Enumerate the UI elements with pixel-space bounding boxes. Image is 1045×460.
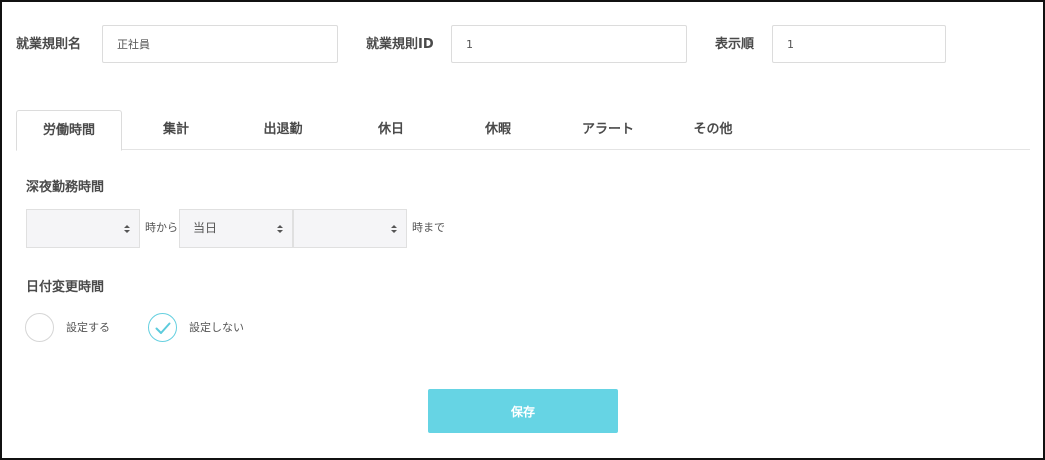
select-arrows-icon: [124, 225, 130, 233]
tab-bar: 労働時間 集計 出退勤 休日 休暇 アラート その他: [16, 110, 1030, 151]
tab-attendance[interactable]: 出退勤: [246, 110, 320, 150]
tab-holidays[interactable]: 休日: [361, 110, 421, 150]
tab-alerts[interactable]: アラート: [568, 110, 648, 150]
tab-aggregation[interactable]: 集計: [144, 110, 208, 150]
date-change-title: 日付変更時間: [26, 280, 105, 295]
display-order-label: 表示順: [715, 37, 755, 52]
select-arrows-icon: [277, 225, 283, 233]
display-order-input[interactable]: [772, 25, 946, 63]
until-text: 時まで: [412, 221, 445, 234]
tab-working-hours[interactable]: 労働時間: [16, 110, 122, 151]
check-icon: [155, 322, 171, 334]
night-start-hour-select[interactable]: [26, 209, 140, 248]
save-button[interactable]: 保存: [428, 389, 618, 433]
rule-id-input[interactable]: [451, 25, 687, 63]
rule-id-label: 就業規則ID: [366, 37, 434, 52]
tab-leave[interactable]: 休暇: [468, 110, 528, 150]
night-work-title: 深夜勤務時間: [26, 180, 105, 195]
radio-not-set[interactable]: [148, 313, 177, 342]
radio-set-label[interactable]: 設定する: [66, 320, 110, 336]
night-end-hour-select[interactable]: [293, 209, 407, 248]
rule-name-input[interactable]: [102, 25, 338, 63]
radio-not-set-label[interactable]: 設定しない: [189, 320, 244, 336]
from-text: 時から: [145, 221, 178, 234]
select-arrows-icon: [391, 225, 397, 233]
radio-set[interactable]: [25, 313, 54, 342]
rule-name-label: 就業規則名: [16, 37, 82, 52]
tab-other[interactable]: その他: [680, 110, 746, 150]
night-day-select[interactable]: 当日: [179, 209, 293, 248]
night-day-value: 当日: [193, 221, 218, 235]
